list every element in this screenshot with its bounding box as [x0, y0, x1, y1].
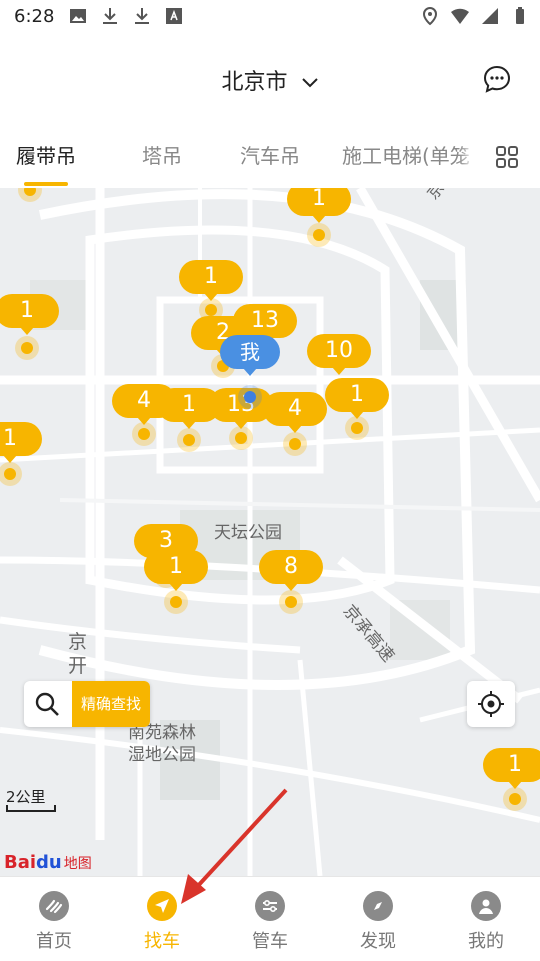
wifi-icon — [451, 8, 469, 24]
city-name: 北京市 — [221, 70, 288, 95]
status-bar: 6:28 — [0, 0, 540, 36]
nav-label: 管车 — [252, 931, 288, 952]
image-icon — [70, 9, 86, 23]
chevron-down-icon — [301, 78, 318, 88]
tab-tower-crane[interactable]: 塔吊 — [142, 126, 182, 188]
download-icon — [135, 8, 149, 24]
tab-label: 施工电梯(单笼 — [342, 144, 470, 168]
profile-icon — [471, 891, 501, 921]
bottom-nav: 首页 找车 管车 发现 我的 — [0, 876, 540, 961]
nav-find-car[interactable]: 找车 — [108, 877, 216, 961]
tab-label: 履带吊 — [16, 144, 76, 168]
search-icon — [35, 692, 59, 716]
locate-button[interactable] — [467, 681, 515, 727]
manage-car-icon — [255, 891, 285, 921]
nav-label: 找车 — [144, 931, 180, 952]
my-location-dot — [244, 391, 256, 403]
signal-icon — [482, 8, 498, 24]
all-categories-button[interactable] — [474, 126, 540, 188]
message-icon[interactable] — [482, 64, 512, 94]
download-icon — [103, 8, 117, 24]
tab-label: 汽车吊 — [240, 144, 300, 168]
tab-truck-crane[interactable]: 汽车吊 — [240, 126, 300, 188]
nav-home[interactable]: 首页 — [0, 877, 108, 961]
precise-search-label: 精确查找 — [72, 681, 150, 727]
grid-icon — [496, 146, 518, 168]
my-location-label: 我 — [220, 335, 280, 376]
map-label-park: 天坛公园 — [214, 523, 282, 543]
tab-crawler-crane[interactable]: 履带吊 — [16, 126, 76, 188]
map-label-nanyuan: 南苑森林湿地公园 — [128, 723, 196, 765]
map-view[interactable]: 天坛公园 京开 南苑森林湿地公园 京承高速 京哈高速 1 1 1 2 13 10… — [0, 188, 540, 876]
nav-discover[interactable]: 发现 — [324, 877, 432, 961]
city-selector[interactable]: 北京市 — [0, 64, 540, 96]
nav-label: 首页 — [36, 931, 72, 952]
find-car-icon — [147, 891, 177, 921]
map-scale-bar — [6, 805, 56, 812]
category-tabs: 履带吊 塔吊 汽车吊 施工电梯(单笼 — [0, 126, 540, 188]
map-scale-label: 2公里 — [6, 788, 46, 806]
map-label-district: 京开 — [68, 631, 88, 677]
system-icons — [420, 6, 530, 26]
home-icon — [39, 891, 69, 921]
nav-manage-car[interactable]: 管车 — [216, 877, 324, 961]
locate-icon — [478, 691, 504, 717]
baidu-map-logo: Baidu 地图 — [4, 852, 92, 873]
app-notification-icon — [166, 8, 182, 24]
nav-label: 我的 — [468, 931, 504, 952]
notification-icons — [68, 6, 184, 26]
tab-construction-elevator[interactable]: 施工电梯(单笼 — [338, 126, 478, 188]
status-time: 6:28 — [14, 6, 55, 27]
location-icon — [422, 6, 438, 26]
header: 北京市 — [0, 36, 540, 126]
tab-label: 塔吊 — [142, 144, 182, 168]
nav-label: 发现 — [360, 931, 396, 952]
nav-profile[interactable]: 我的 — [432, 877, 540, 961]
battery-icon — [516, 7, 524, 24]
discover-icon — [363, 891, 393, 921]
precise-search-button[interactable]: 精确查找 — [24, 681, 150, 727]
